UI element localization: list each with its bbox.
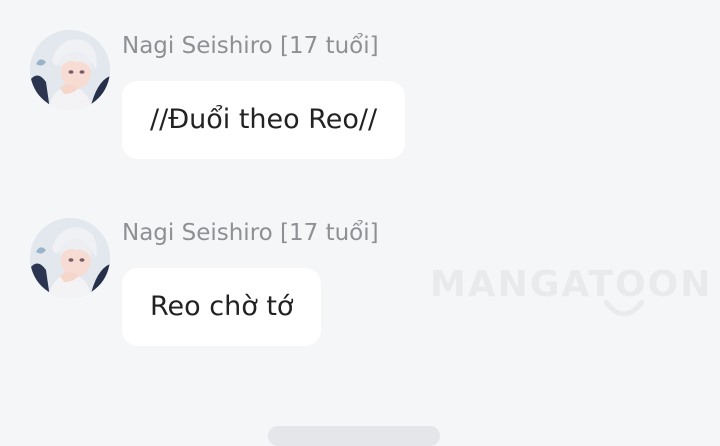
sender-name: Nagi Seishiro [17 tuổi]: [122, 220, 379, 246]
message-bubble[interactable]: Reo chờ tớ: [122, 268, 322, 346]
avatar[interactable]: [30, 30, 110, 110]
message-bubble[interactable]: //Đuổi theo Reo//: [122, 81, 406, 159]
avatar[interactable]: [30, 218, 110, 298]
watermark-smile-icon: [604, 300, 644, 317]
bottom-button[interactable]: [268, 426, 440, 446]
watermark-logo: MANGATOON: [430, 264, 713, 305]
sender-name: Nagi Seishiro [17 tuổi]: [122, 33, 379, 59]
